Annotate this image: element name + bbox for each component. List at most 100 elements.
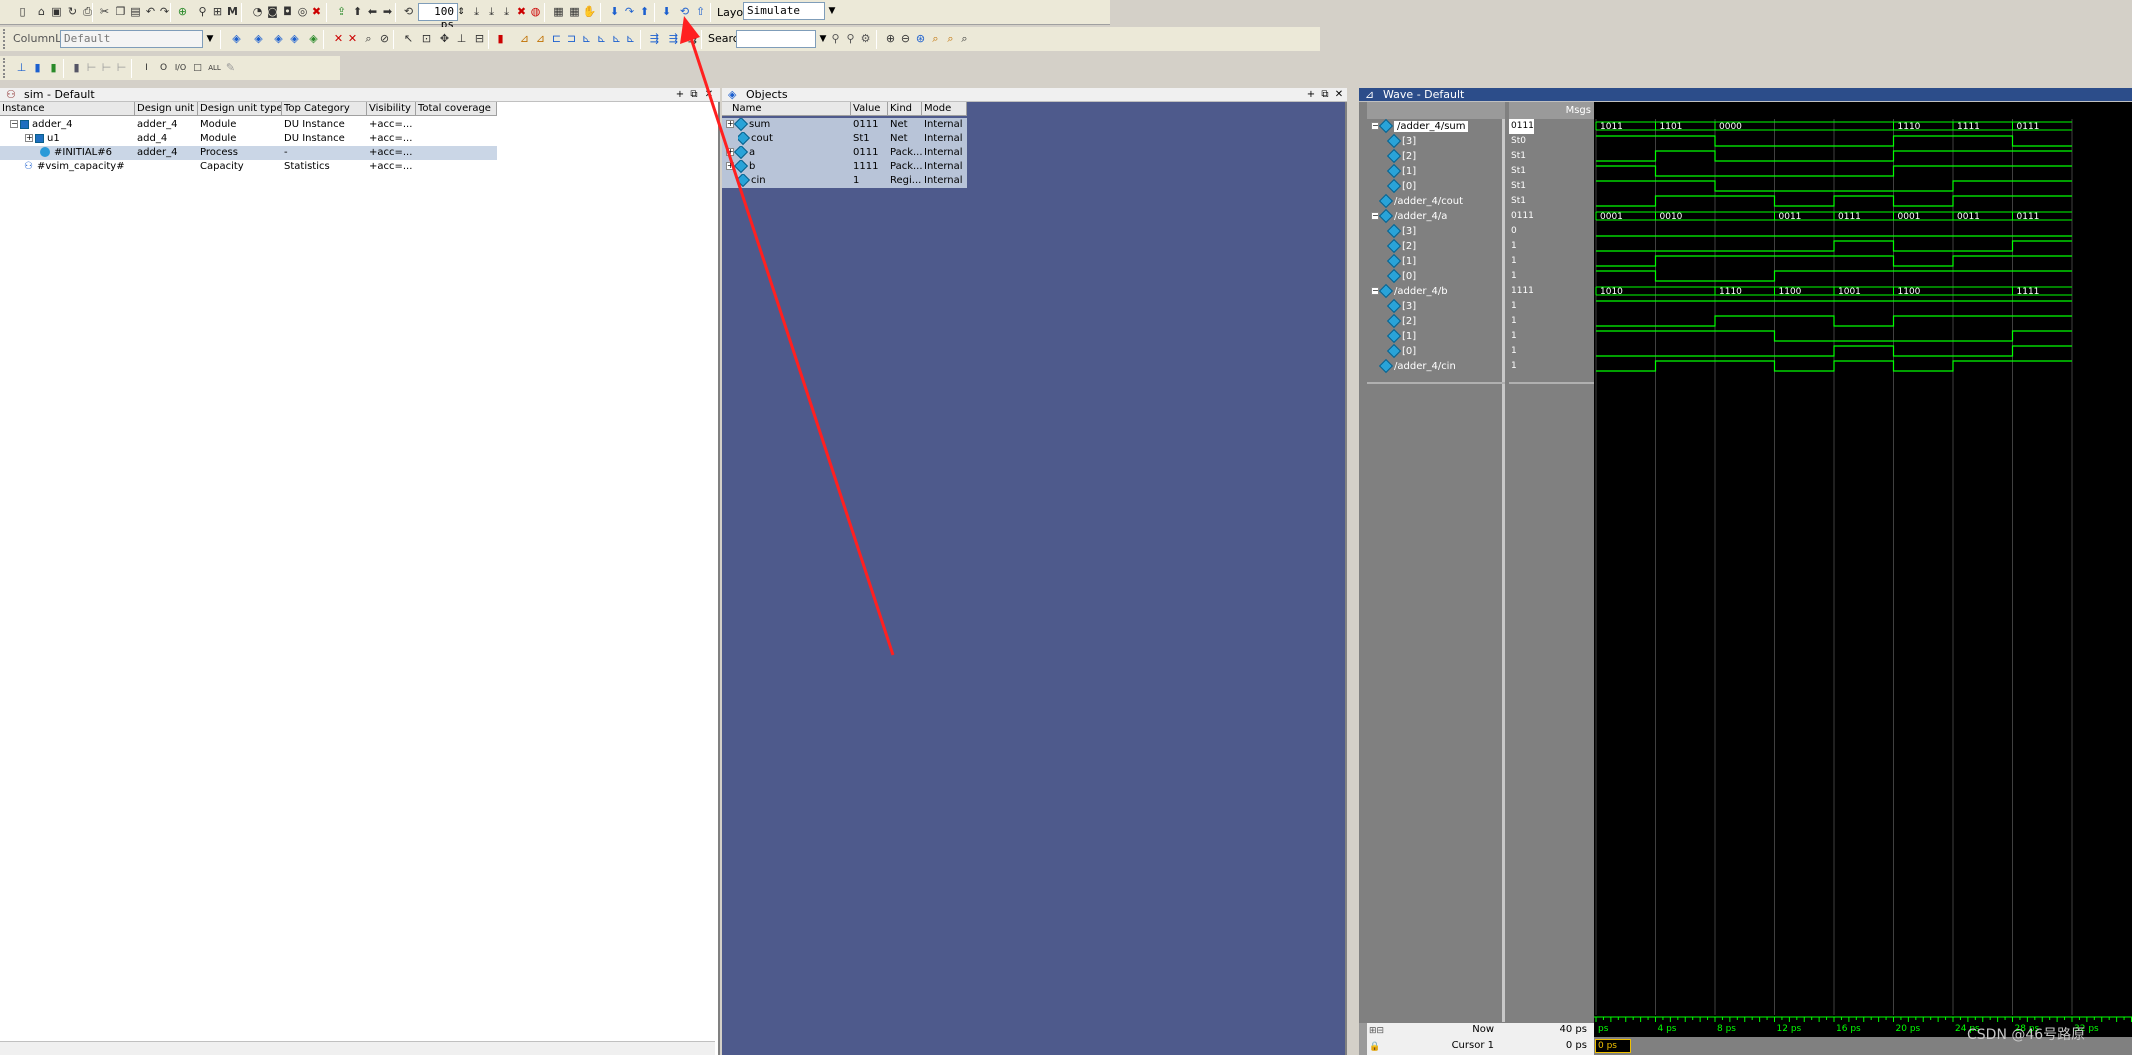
reverse-icon[interactable]: ⟲ <box>676 3 693 20</box>
step-backward-icon[interactable]: ⇶ <box>665 30 682 47</box>
table-row[interactable]: ⚇ #vsim_capacity# Capacity Statistics +ac… <box>0 160 497 174</box>
clear-icon[interactable]: ⊘ <box>376 30 393 47</box>
wave-logic-icon[interactable]: ▮ <box>45 59 62 76</box>
wave-signal-name[interactable]: [0] <box>1367 343 1416 359</box>
pane-undock-icon[interactable]: ⧉ <box>1319 89 1331 101</box>
wave-signal-name[interactable]: [1] <box>1367 163 1416 179</box>
wave-signal-name[interactable]: [2] <box>1367 313 1416 329</box>
wave-group-icon[interactable]: ◈ <box>250 30 267 47</box>
search-options-icon[interactable]: ⚙ <box>857 30 874 47</box>
wave-add-icon[interactable]: ◈ <box>228 30 245 47</box>
wave-signal-name[interactable]: − /adder_4/a <box>1367 208 1447 224</box>
table-row[interactable]: − adder_4 adder_4 Module DU Instance +acc… <box>0 118 497 132</box>
object-row[interactable]: cin 1 Regi... Internal <box>722 174 967 188</box>
wave-list-icon[interactable]: ◈ <box>270 30 287 47</box>
wave-format-icon[interactable]: ⊥ <box>13 59 30 76</box>
filter-output-icon[interactable]: O <box>155 59 172 76</box>
filter-input-icon[interactable]: I <box>138 59 155 76</box>
wave-signal-name[interactable]: [1] <box>1367 328 1416 344</box>
col-kind[interactable]: Kind <box>888 102 922 116</box>
wave-log-icon[interactable]: ◈ <box>305 30 322 47</box>
close-icon[interactable]: ✕ <box>703 89 715 101</box>
wave-literal-icon[interactable]: ▮ <box>29 59 46 76</box>
objects-filter-toolbar[interactable] <box>980 104 1040 114</box>
next-edge-icon[interactable]: ⊿ <box>532 30 549 47</box>
zoom-mode-icon[interactable]: ⊡ <box>418 30 435 47</box>
step-back-icon[interactable]: ⬇ <box>658 3 675 20</box>
stretch-mode-icon[interactable]: ⊟ <box>471 30 488 47</box>
wave-signal-name[interactable]: /adder_4/cout <box>1367 193 1463 209</box>
search-input[interactable] <box>736 30 816 48</box>
run-length-spinner-icon[interactable]: ⇕ <box>456 3 466 21</box>
step-mode-icon[interactable]: ⇶ <box>684 30 701 47</box>
restart-icon[interactable]: ⟲ <box>400 3 417 20</box>
pane-undock-icon[interactable]: ⧉ <box>688 89 700 101</box>
step-icon[interactable]: ⇪ <box>333 3 350 20</box>
pan-mode-icon[interactable]: ✥ <box>436 30 453 47</box>
stop-icon[interactable]: ✖ <box>308 3 325 20</box>
wave-signal-name[interactable]: [3] <box>1367 298 1416 314</box>
save-icon[interactable]: ▣ <box>48 3 65 20</box>
filter-all-icon[interactable]: ALL <box>206 59 223 76</box>
run-length-input[interactable]: 100 ps <box>418 3 458 31</box>
chevron-down-icon[interactable]: ▼ <box>202 30 218 48</box>
col-value[interactable]: Value <box>851 102 888 116</box>
collapse-icon[interactable]: − <box>1371 212 1379 220</box>
add-icon[interactable]: ⊕ <box>174 3 191 20</box>
new-file-icon[interactable]: ▯ <box>14 3 31 20</box>
filter-internal-icon[interactable]: □ <box>189 59 206 76</box>
wave-signal-name[interactable]: [2] <box>1367 148 1416 164</box>
cursor-time-label[interactable]: 0 ps <box>1595 1039 1631 1053</box>
pane-dock-icon[interactable]: + <box>674 89 686 101</box>
column-layout-select[interactable]: Default <box>60 30 203 48</box>
object-row[interactable]: cout St1 Net Internal <box>722 132 967 146</box>
select-mode-icon[interactable]: ↖ <box>400 30 417 47</box>
edge-end-icon[interactable]: ⊾ <box>622 30 639 47</box>
forward-icon[interactable]: ➡ <box>379 3 396 20</box>
memory-icon[interactable]: M <box>224 3 241 20</box>
zoom-last-icon[interactable]: ⌕ <box>956 30 973 47</box>
chevron-down-icon[interactable]: ▼ <box>824 2 840 20</box>
wave-backstep-icon[interactable]: ⊢ <box>113 59 130 76</box>
prev-edge-icon[interactable]: ⊿ <box>516 30 533 47</box>
wave-signal-name[interactable]: [3] <box>1367 133 1416 149</box>
print-icon[interactable]: ⎙ <box>79 3 96 20</box>
cut-icon[interactable]: ✂ <box>96 3 113 20</box>
col-instance[interactable]: Instance <box>0 102 135 116</box>
col-top-category[interactable]: Top Category <box>282 102 367 116</box>
col-total-coverage[interactable]: Total coverage <box>416 102 497 116</box>
table-row-selected[interactable]: #INITIAL#6 adder_4 Process - +acc=... <box>0 146 497 160</box>
col-name[interactable]: Name <box>722 102 851 116</box>
pane-dock-icon[interactable]: + <box>1305 89 1317 101</box>
stop-sim-icon[interactable]: ◍ <box>527 3 544 20</box>
wave-signal-name[interactable]: /adder_4/cin <box>1367 358 1456 374</box>
col-mode[interactable]: Mode <box>922 102 967 116</box>
col-design-unit[interactable]: Design unit <box>135 102 198 116</box>
horizontal-scrollbar[interactable] <box>0 1041 715 1055</box>
collapse-icon[interactable]: − <box>1371 122 1379 130</box>
object-row[interactable]: + b 1111 Pack... Internal <box>722 160 967 174</box>
wave-signal-name[interactable]: [1] <box>1367 253 1416 269</box>
step-forward-icon[interactable]: ⇶ <box>646 30 663 47</box>
edit-mode-icon[interactable]: ⊥ <box>453 30 470 47</box>
wave-signal-name[interactable]: [0] <box>1367 268 1416 284</box>
insert-cursor-icon[interactable]: ▮ <box>492 30 509 47</box>
wave-signal-name[interactable]: [2] <box>1367 238 1416 254</box>
object-row[interactable]: + sum 0111 Net Internal <box>722 118 967 132</box>
collapse-icon[interactable]: − <box>1371 287 1379 295</box>
col-visibility[interactable]: Visibility <box>367 102 416 116</box>
table-row[interactable]: + u1 add_4 Module DU Instance +acc=... <box>0 132 497 146</box>
layout-select[interactable]: Simulate <box>743 2 825 20</box>
performance-icon[interactable]: ▦ <box>550 3 567 20</box>
wave-signal-name[interactable]: − /adder_4/b <box>1367 283 1448 299</box>
filter-inout-icon[interactable]: I/O <box>172 59 189 76</box>
reverse-up-icon[interactable]: ⇧ <box>692 3 709 20</box>
step-out-icon[interactable]: ⬆ <box>636 3 653 20</box>
wave-signal-name[interactable]: [0] <box>1367 178 1416 194</box>
col-design-unit-type[interactable]: Design unit type <box>198 102 282 116</box>
hand-icon[interactable]: ✋ <box>581 3 598 20</box>
find-wave-icon[interactable]: ⌕ <box>360 30 377 47</box>
wave-signal-name[interactable]: [3] <box>1367 223 1416 239</box>
filter-clear-icon[interactable]: ✎ <box>222 59 239 76</box>
wave-dataflow-icon[interactable]: ◈ <box>286 30 303 47</box>
